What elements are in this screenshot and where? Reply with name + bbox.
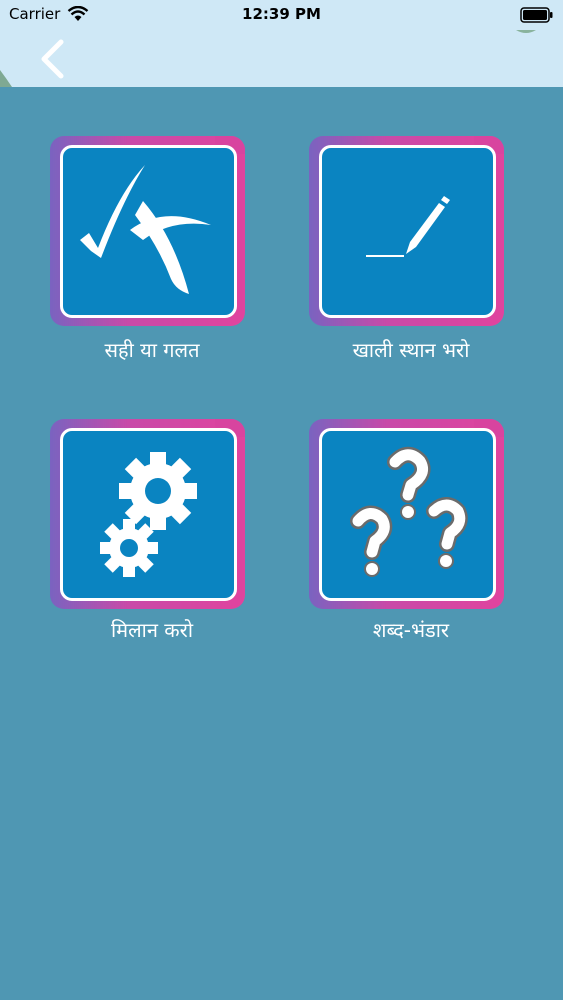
- tile-true-false[interactable]: [50, 136, 245, 326]
- chevron-left-icon: [41, 39, 64, 79]
- navigation-bar: [0, 30, 563, 87]
- tile-match[interactable]: [50, 419, 245, 609]
- status-time: 12:39 PM: [242, 5, 321, 23]
- tile-icon-box: [60, 145, 237, 318]
- pencil-line-icon: [366, 196, 450, 257]
- tile-fill-blanks[interactable]: [309, 136, 504, 326]
- status-bar: Carrier 12:39 PM: [0, 0, 563, 30]
- tile-vocabulary[interactable]: [309, 419, 504, 609]
- tile-label-true-false: सही या गलत: [104, 338, 200, 362]
- back-button[interactable]: [28, 36, 78, 82]
- question-marks-icon: [350, 446, 468, 577]
- tile-icon-box: [319, 428, 496, 601]
- tile-label-match: मिलान करो: [110, 618, 194, 642]
- gears-icon: [100, 452, 197, 577]
- tile-label-fill-blanks: खाली स्थान भरो: [352, 338, 470, 362]
- leaf-decoration-icon: [0, 30, 536, 87]
- battery-icon: [520, 7, 553, 23]
- tile-icon-box: [60, 428, 237, 601]
- tile-label-vocabulary: शब्द-भंडार: [372, 618, 450, 642]
- tile-icon-box: [319, 145, 496, 318]
- check-cross-icon: [80, 165, 211, 294]
